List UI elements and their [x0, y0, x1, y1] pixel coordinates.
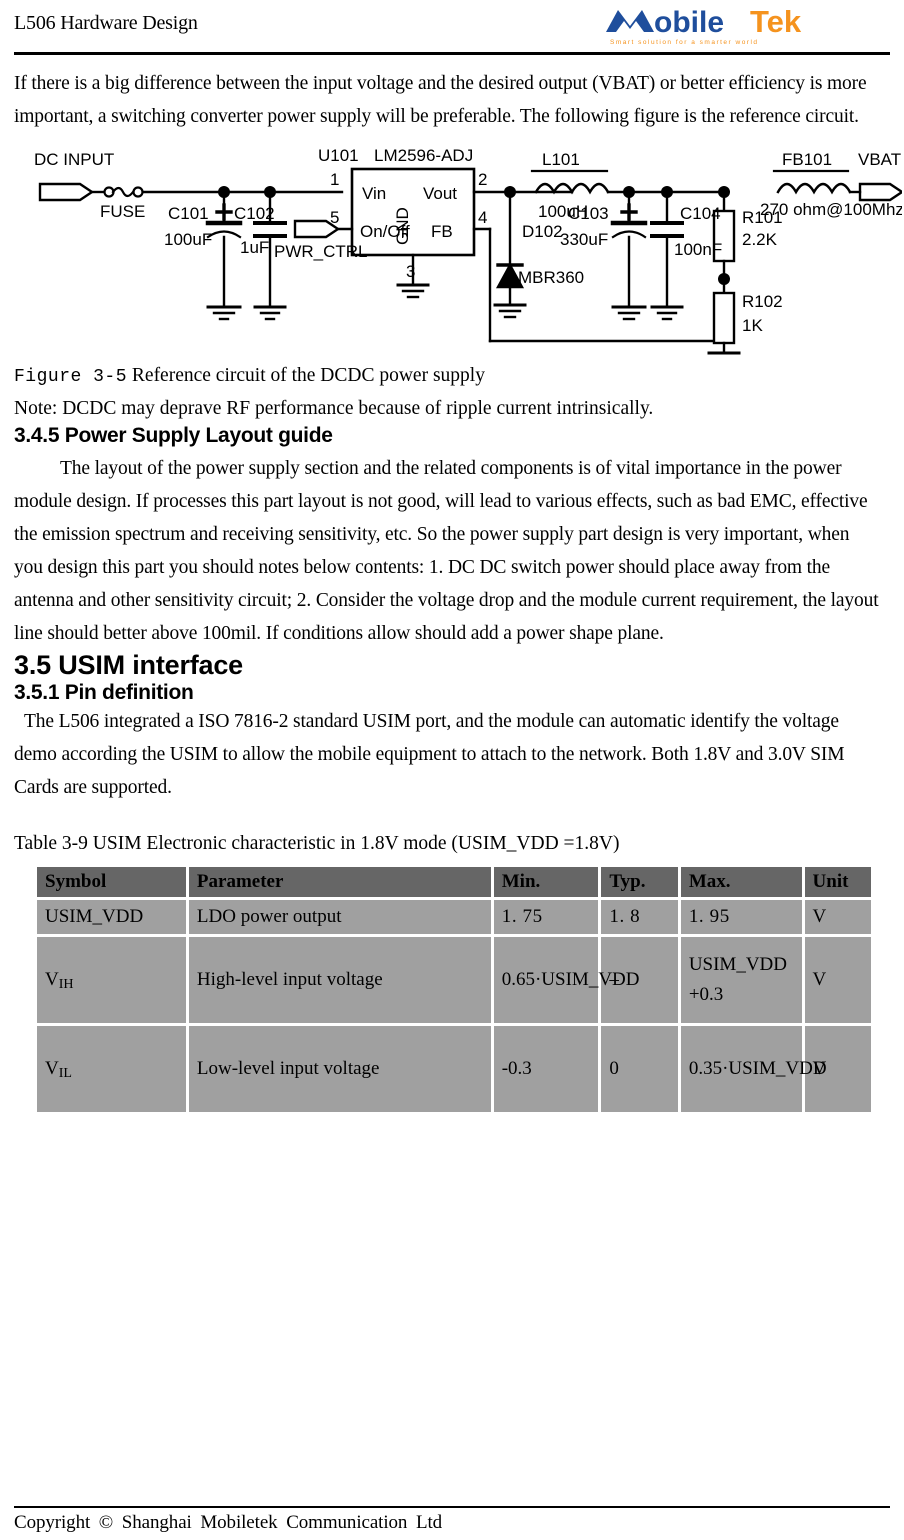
label-c102: C102: [234, 204, 275, 223]
cell-parameter: High-level input voltage: [188, 937, 491, 1023]
cell-min: 0.65·USIM_VDD: [493, 937, 639, 1023]
column-header-unit: Unit: [804, 867, 871, 897]
table-row: VIH High-level input voltage 0.65·USIM_V…: [37, 937, 871, 1023]
cell-max: 1. 95: [680, 900, 802, 934]
cell-symbol: USIM_VDD: [37, 900, 186, 934]
label-c103-value: 330uF: [560, 230, 608, 249]
cell-min: 1. 75: [493, 900, 599, 934]
label-c102-value: 1uF: [240, 238, 269, 257]
label-c104-value: 100nF: [674, 240, 722, 259]
document-page: L506 Hardware Design obile Tek Smart sol…: [0, 0, 904, 1540]
label-pin-5: 5: [330, 208, 339, 227]
cell-unit: V: [804, 900, 871, 934]
label-d102: D102: [522, 222, 563, 241]
mobiletek-logo: obile Tek Smart solution for a smarter w…: [604, 2, 866, 48]
label-pin-2: 2: [478, 170, 487, 189]
label-vin: Vin: [362, 184, 386, 203]
page-title: L506 Hardware Design: [14, 12, 198, 34]
label-c103: C103: [568, 204, 609, 223]
table-row: VIL Low-level input voltage -0.3 0 0.35·…: [37, 1026, 871, 1112]
copyright-text: Copyright © Shanghai Mobiletek Communica…: [14, 1512, 443, 1533]
cell-typ: –: [601, 937, 678, 1023]
usim-electronic-characteristic-table: Symbol Parameter Min. Typ. Max. Unit USI…: [34, 864, 874, 1115]
label-pwr-ctrl: PWR_CTRL: [274, 242, 368, 261]
symbol-text: V: [45, 1058, 59, 1079]
symbol-subscript: IL: [58, 1065, 72, 1082]
section-3-5-1-body: The L506 integrated a ISO 7816-2 standar…: [14, 711, 845, 798]
label-fb101: FB101: [782, 150, 832, 169]
intro-paragraph: If there is a big difference between the…: [14, 73, 867, 127]
cell-parameter: Low-level input voltage: [188, 1026, 491, 1112]
label-r101-value: 2.2K: [742, 230, 778, 249]
cell-symbol: VIH: [37, 937, 186, 1023]
heading-3-5: 3.5 USIM interface: [14, 650, 243, 680]
cell-max: 0.35·USIM_VDD: [680, 1026, 827, 1112]
label-u101-part: LM2596-ADJ: [374, 146, 473, 165]
cell-max: USIM_VDD +0.3: [680, 937, 802, 1023]
svg-text:Tek: Tek: [750, 4, 802, 39]
section-3-4-5-body: The layout of the power supply section a…: [14, 458, 879, 644]
label-pin-3: 3: [406, 262, 415, 281]
label-u101: U101: [318, 146, 359, 165]
cell-unit: V: [804, 1026, 871, 1112]
page-footer: Copyright © Shanghai Mobiletek Communica…: [14, 1506, 890, 1534]
column-header-typ: Typ.: [601, 867, 678, 897]
svg-text:obile: obile: [654, 6, 724, 39]
cell-symbol: VIL: [37, 1026, 186, 1112]
column-header-symbol: Symbol: [37, 867, 186, 897]
label-c101-value: 100uF: [164, 230, 212, 249]
label-fb: FB: [431, 222, 453, 241]
symbol-subscript: IH: [58, 976, 74, 993]
dcdc-reference-circuit-figure: DC INPUT FUSE C101 100uF C102 1uF PWR_CT…: [12, 141, 902, 359]
symbol-text: V: [45, 969, 59, 990]
cell-unit: V: [804, 937, 871, 1023]
table-caption: Table 3-9 USIM Electronic characteristic…: [14, 833, 620, 854]
heading-3-4-5: 3.4.5 Power Supply Layout guide: [14, 424, 333, 447]
column-header-parameter: Parameter: [188, 867, 491, 897]
figure-caption: Figure 3-5 Reference circuit of the DCDC…: [14, 361, 890, 392]
label-dc-input: DC INPUT: [34, 150, 114, 169]
symbol-text: USIM_VDD: [45, 906, 144, 927]
label-c104: C104: [680, 204, 721, 223]
figure-caption-text: Reference circuit of the DCDC power supp…: [131, 365, 485, 386]
label-l101: L101: [542, 150, 580, 169]
label-vout: Vout: [423, 184, 457, 203]
label-vbat: VBAT: [858, 150, 901, 169]
figure-number: Figure 3-5: [14, 367, 128, 387]
label-r102: R102: [742, 292, 783, 311]
label-r102-value: 1K: [742, 316, 763, 335]
cell-min: -0.3: [493, 1026, 599, 1112]
column-header-min: Min.: [493, 867, 599, 897]
label-pin-1: 1: [330, 170, 339, 189]
figure-note: Note: DCDC may deprave RF performance be…: [14, 398, 654, 419]
heading-3-5-1: 3.5.1 Pin definition: [14, 681, 194, 704]
table-header-row: Symbol Parameter Min. Typ. Max. Unit: [37, 867, 871, 897]
label-d102-part: MBR360: [518, 268, 584, 287]
label-fuse: FUSE: [100, 202, 145, 221]
label-gnd: GND: [393, 207, 412, 245]
table-row: USIM_VDD LDO power output 1. 75 1. 8 1. …: [37, 900, 871, 934]
column-header-max: Max.: [680, 867, 802, 897]
label-c101: C101: [168, 204, 209, 223]
cell-typ: 1. 8: [601, 900, 678, 934]
svg-text:Smart solution for a smarter w: Smart solution for a smarter world: [610, 39, 759, 46]
label-pin-4: 4: [478, 208, 487, 227]
cell-typ: 0: [601, 1026, 678, 1112]
cell-parameter: LDO power output: [188, 900, 491, 934]
label-fb101-value: 270 ohm@100Mhz: [760, 200, 902, 219]
page-header: L506 Hardware Design obile Tek Smart sol…: [14, 0, 890, 55]
